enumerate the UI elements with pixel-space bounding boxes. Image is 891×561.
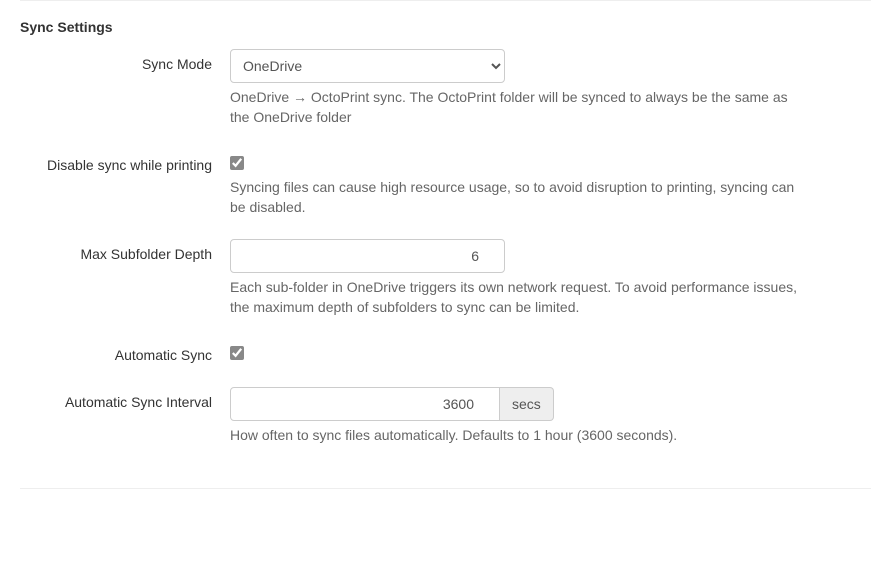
interval-help: How often to sync files automatically. D… [230, 425, 810, 445]
interval-label: Automatic Sync Interval [20, 387, 230, 413]
row-auto-sync: Automatic Sync [20, 340, 871, 366]
sync-mode-select[interactable]: OneDrive [230, 49, 505, 83]
max-depth-help: Each sub-folder in OneDrive triggers its… [230, 277, 810, 318]
interval-input-group: secs [230, 387, 810, 421]
max-depth-label: Max Subfolder Depth [20, 239, 230, 265]
interval-input[interactable] [230, 387, 500, 421]
row-sync-mode: Sync Mode OneDrive OneDrive → OctoPrint … [20, 49, 871, 128]
auto-sync-label: Automatic Sync [20, 340, 230, 366]
auto-sync-checkbox[interactable] [230, 346, 244, 360]
disable-sync-label: Disable sync while printing [20, 150, 230, 176]
row-max-depth: Max Subfolder Depth Each sub-folder in O… [20, 239, 871, 318]
sync-mode-help: OneDrive → OctoPrint sync. The OctoPrint… [230, 87, 810, 128]
disable-sync-checkbox[interactable] [230, 156, 244, 170]
row-disable-sync: Disable sync while printing Syncing file… [20, 150, 871, 218]
disable-sync-help: Syncing files can cause high resource us… [230, 177, 810, 218]
max-depth-input[interactable] [230, 239, 505, 273]
sync-mode-label: Sync Mode [20, 49, 230, 75]
bottom-divider [20, 488, 871, 489]
section-title: Sync Settings [20, 1, 871, 49]
row-interval: Automatic Sync Interval secs How often t… [20, 387, 871, 445]
interval-unit: secs [500, 387, 554, 421]
